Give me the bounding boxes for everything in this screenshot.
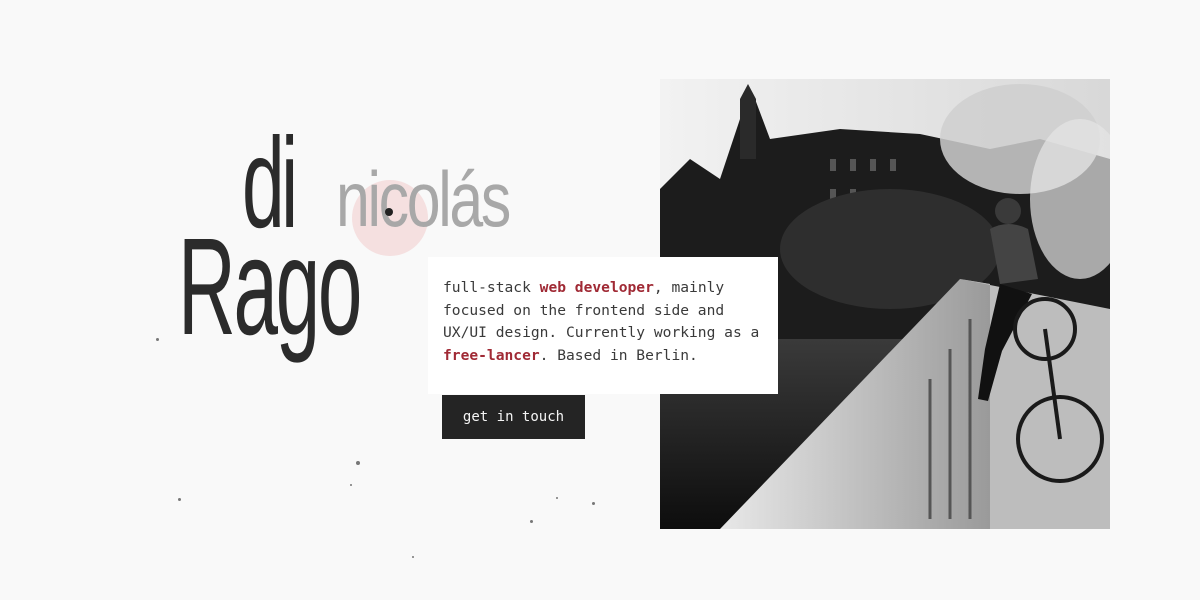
intro-role-highlight: web developer [539, 279, 654, 296]
decorative-speck [156, 338, 159, 341]
cursor-dot [385, 208, 393, 216]
decorative-speck [350, 484, 352, 486]
decorative-speck [592, 502, 595, 505]
intro-status-highlight: free-lancer [443, 346, 540, 364]
first-name: nicolás [336, 155, 511, 243]
decorative-speck [356, 461, 360, 465]
decorative-speck [412, 556, 414, 558]
intro-card: full-stack web developer, mainly focused… [428, 257, 778, 394]
intro-tail: . Based in Berlin. [539, 346, 698, 364]
get-in-touch-button[interactable]: get in touch [442, 395, 585, 439]
decorative-speck [530, 520, 533, 523]
decorative-speck [556, 497, 558, 499]
last-name: Rago [178, 210, 362, 364]
intro-lead: full-stack [443, 279, 540, 296]
decorative-speck [178, 498, 181, 501]
